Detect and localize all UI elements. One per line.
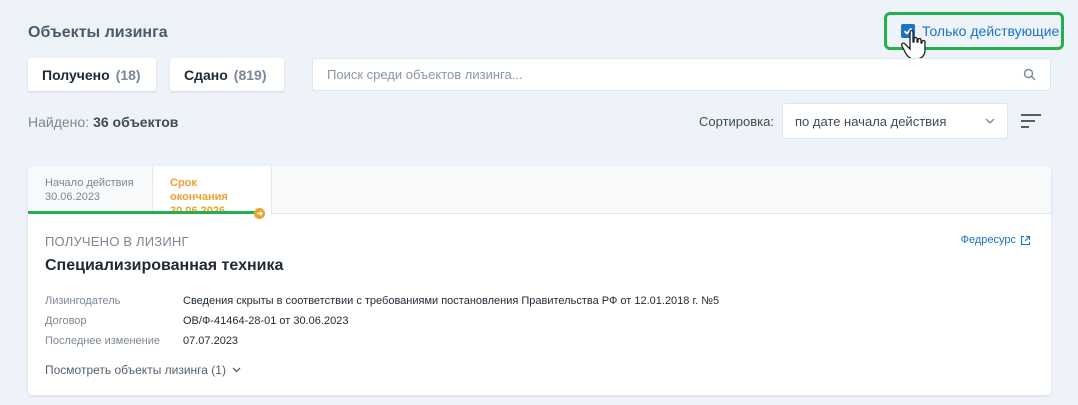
search-box[interactable] [312, 58, 1051, 91]
search-input[interactable] [327, 67, 1023, 82]
end-date-label: Срок окончания [170, 177, 228, 203]
found-count: Найдено: 36 объектов [28, 114, 178, 130]
leasing-card: Начало действия 30.06.2023 Срок окончани… [28, 166, 1051, 395]
found-value: 36 объектов [93, 114, 179, 130]
tab-received-label: Получено [42, 66, 110, 83]
found-label: Найдено: [28, 114, 90, 130]
detail-value: Сведения скрыты в соответствии с требова… [183, 295, 720, 307]
start-date-value: 30.06.2023 [45, 191, 101, 203]
card-timeline: Начало действия 30.06.2023 Срок окончани… [28, 166, 1051, 219]
sort-select[interactable]: по дате начала действия [782, 103, 1008, 139]
detail-value: ОВ/Ф-41464-28-01 от 30.06.2023 [183, 315, 349, 327]
detail-key: Договор [45, 315, 87, 327]
start-date-block: Начало действия 30.06.2023 [28, 166, 152, 214]
page-title: Объекты лизинга [28, 24, 168, 41]
tab-given[interactable]: Сдано (819) [170, 58, 284, 91]
sort-selected-value: по дате начала действия [795, 113, 947, 129]
detail-key: Последнее изменение [45, 335, 161, 347]
tab-received[interactable]: Получено (18) [28, 58, 156, 91]
detail-key: Лизингодатель [45, 295, 121, 307]
only-active-label[interactable]: Только действующие [922, 23, 1059, 39]
tab-given-label: Сдано [184, 66, 228, 83]
external-link-icon[interactable] [1020, 235, 1031, 246]
fedresurs-label[interactable]: Федресурс [961, 234, 1016, 246]
detail-row: Договор ОВ/Ф-41464-28-01 от 30.06.2023 [45, 311, 1034, 331]
fedresurs-link[interactable]: Федресурс [961, 234, 1031, 246]
chevron-down-icon [985, 118, 995, 124]
details-list: Лизингодатель Сведения скрыты в соответс… [45, 291, 1034, 351]
detail-row: Последнее изменение 07.07.2023 [45, 331, 1034, 351]
object-title: Специализированная техника [45, 257, 284, 274]
sort-label: Сортировка: [699, 114, 774, 129]
detail-row: Лизингодатель Сведения скрыты в соответс… [45, 291, 1034, 311]
hand-cursor-icon [901, 29, 926, 60]
tab-received-count: (18) [115, 66, 141, 83]
view-objects-toggle[interactable]: Посмотреть объекты лизинга (1) [45, 363, 1034, 377]
start-date-label: Начало действия [45, 177, 134, 189]
tab-given-count: (819) [233, 66, 267, 83]
search-icon[interactable] [1023, 68, 1036, 81]
lease-kind: ПОЛУЧЕНО В ЛИЗИНГ [45, 234, 189, 249]
detail-value: 07.07.2023 [183, 335, 239, 347]
sort-order-icon[interactable] [1020, 112, 1042, 130]
chevron-down-icon[interactable] [232, 367, 241, 373]
view-objects-label[interactable]: Посмотреть объекты лизинга (1) [45, 363, 226, 377]
end-date-block: Срок окончания 30.06.2026 [152, 166, 272, 217]
